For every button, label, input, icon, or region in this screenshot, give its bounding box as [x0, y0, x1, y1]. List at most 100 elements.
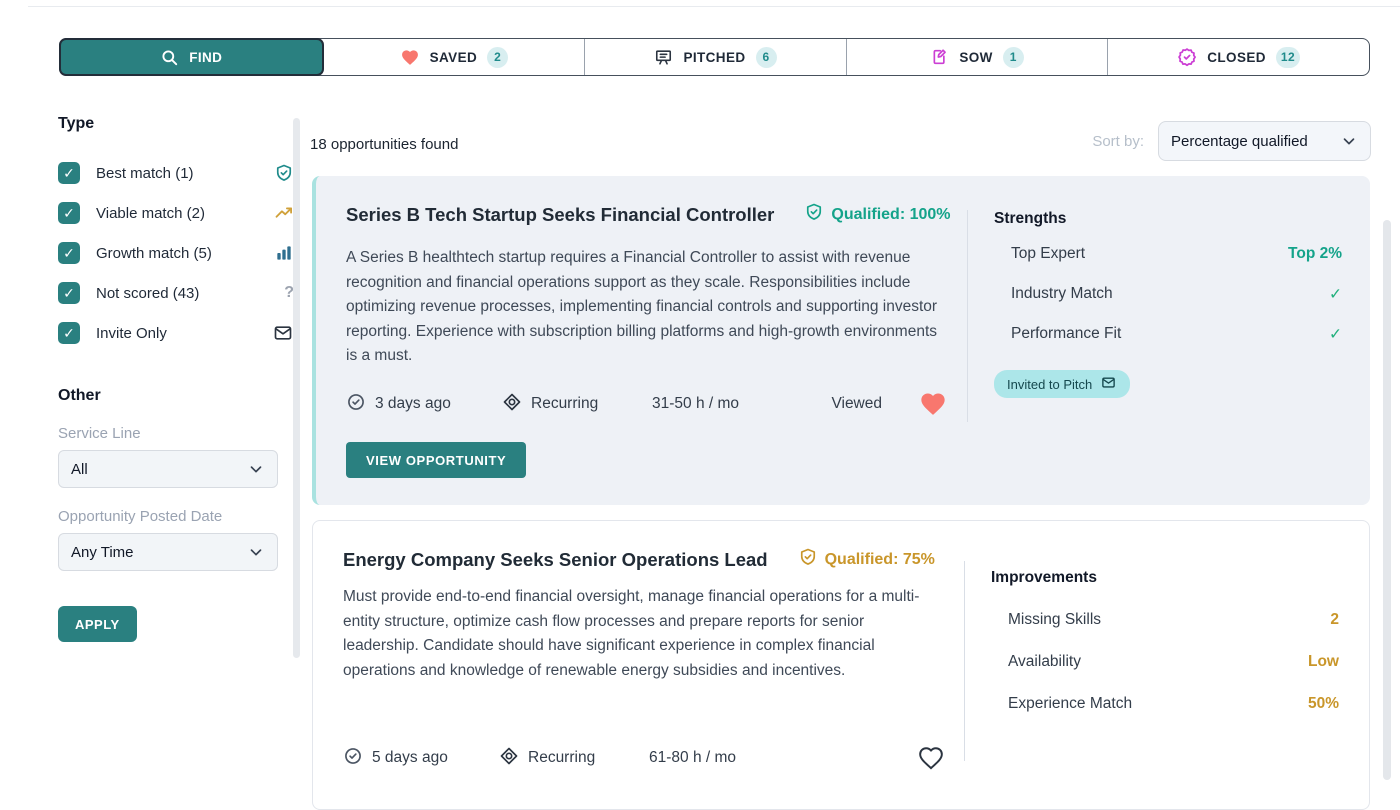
posted-time: 5 days ago — [372, 749, 448, 767]
apply-button[interactable]: APPLY — [58, 606, 137, 642]
viewed-label: Viewed — [831, 395, 882, 413]
type-heading: Type — [58, 115, 294, 133]
panel-row: Availability Low — [991, 641, 1339, 683]
tab-bar: FIND SAVED 2 PITCHED 6 SOW 1 CLOSED 12 — [59, 38, 1370, 76]
page-scrollbar[interactable] — [1383, 220, 1391, 780]
search-icon — [160, 48, 179, 67]
check-badge-icon — [1177, 47, 1197, 67]
sort-value: Percentage qualified — [1171, 133, 1308, 150]
badge-text: Invited to Pitch — [1007, 377, 1092, 392]
tab-label: SOW — [959, 50, 992, 65]
tab-saved[interactable]: SAVED 2 — [324, 39, 586, 75]
shield-check-icon — [804, 202, 824, 227]
posted-date-value: Any Time — [71, 544, 134, 561]
tab-label: FIND — [189, 50, 222, 65]
opportunity-description: A Series B healthtech startup requires a… — [346, 246, 946, 369]
other-heading: Other — [58, 387, 294, 405]
check-circle-icon — [346, 392, 366, 417]
filter-label: Invite Only — [96, 325, 167, 342]
top-divider — [28, 6, 1400, 7]
filter-label: Not scored (43) — [96, 285, 199, 302]
best-match-checkbox[interactable] — [58, 162, 80, 184]
qualified-badge: Qualified: 100% — [804, 202, 950, 227]
viable-match-checkbox[interactable] — [58, 202, 80, 224]
check-icon: ✓ — [1329, 325, 1342, 344]
filter-best-match: Best match (1) — [58, 153, 294, 193]
tab-closed[interactable]: CLOSED 12 — [1108, 39, 1369, 75]
panel-row: Experience Match 50% — [991, 683, 1339, 725]
tab-find[interactable]: FIND — [59, 38, 324, 76]
opportunity-title: Energy Company Seeks Senior Operations L… — [343, 549, 768, 571]
filter-viable-match: Viable match (2) — [58, 193, 294, 233]
panel-row: Performance Fit ✓ — [994, 314, 1342, 354]
panel-value: 2 — [1330, 611, 1339, 629]
document-edit-icon — [930, 47, 949, 67]
posted-date-label: Opportunity Posted Date — [58, 508, 294, 525]
tab-sow[interactable]: SOW 1 — [847, 39, 1109, 75]
filter-growth-match: Growth match (5) — [58, 233, 294, 273]
panel-value: 50% — [1308, 695, 1339, 713]
panel-heading: Improvements — [991, 569, 1339, 587]
tab-label: SAVED — [430, 50, 478, 65]
hours-per-month: 31-50 h / mo — [652, 395, 739, 413]
check-circle-icon — [343, 746, 363, 771]
recurring-icon — [499, 746, 519, 771]
posted-date-select[interactable]: Any Time — [58, 533, 278, 571]
recurring-icon — [502, 392, 522, 417]
sidebar-scrollbar[interactable] — [293, 118, 300, 658]
filter-sidebar: Type Best match (1) Viable match (2) Gro… — [58, 115, 294, 642]
qualified-text: Qualified: 75% — [825, 551, 935, 569]
posted-time: 3 days ago — [375, 395, 451, 413]
filter-invite-only: Invite Only — [58, 313, 294, 353]
invited-to-pitch-badge[interactable]: Invited to Pitch — [994, 370, 1130, 398]
favorite-heart-icon[interactable] — [918, 390, 948, 418]
growth-match-checkbox[interactable] — [58, 242, 80, 264]
filter-label: Viable match (2) — [96, 205, 205, 222]
tab-count-badge: 12 — [1276, 47, 1300, 68]
tab-count-badge: 1 — [1003, 47, 1024, 68]
invite-only-checkbox[interactable] — [58, 322, 80, 344]
not-scored-checkbox[interactable] — [58, 282, 80, 304]
opportunity-meta: 3 days ago Recurring 31-50 h / mo Viewed — [346, 390, 948, 418]
service-line-select[interactable]: All — [58, 450, 278, 488]
heart-icon — [400, 48, 420, 67]
tab-pitched[interactable]: PITCHED 6 — [585, 39, 847, 75]
opportunity-description: Must provide end-to-end financial oversi… — [343, 585, 943, 683]
tab-label: PITCHED — [683, 50, 745, 65]
view-opportunity-button[interactable]: VIEW OPPORTUNITY — [346, 442, 526, 478]
engagement-type: Recurring — [528, 749, 595, 767]
filter-label: Growth match (5) — [96, 245, 212, 262]
improvements-panel: Improvements Missing Skills 2 Availabili… — [991, 569, 1339, 725]
trending-up-icon — [274, 203, 294, 223]
results-count: 18 opportunities found — [310, 136, 458, 153]
tab-count-badge: 2 — [487, 47, 508, 68]
tab-label: CLOSED — [1207, 50, 1266, 65]
panel-row: Top Expert Top 2% — [994, 234, 1342, 274]
opportunity-card: Energy Company Seeks Senior Operations L… — [312, 520, 1370, 810]
qualified-badge: Qualified: 75% — [798, 547, 935, 572]
tab-count-badge: 6 — [756, 47, 777, 68]
panel-divider — [964, 561, 965, 761]
presentation-icon — [654, 48, 673, 67]
panel-row: Industry Match ✓ — [994, 274, 1342, 314]
service-line-value: All — [71, 461, 88, 478]
filter-not-scored: Not scored (43) ? — [58, 273, 294, 313]
sort-control: Sort by: Percentage qualified — [1092, 121, 1371, 161]
sort-label: Sort by: — [1092, 133, 1144, 150]
favorite-heart-outline-icon[interactable] — [917, 745, 945, 771]
shield-check-icon — [274, 163, 294, 183]
chevron-down-icon — [1340, 132, 1358, 150]
opportunity-meta: 5 days ago Recurring 61-80 h / mo — [343, 745, 945, 771]
hours-per-month: 61-80 h / mo — [649, 749, 736, 767]
strengths-panel: Strengths Top Expert Top 2% Industry Mat… — [994, 210, 1342, 398]
qualified-text: Qualified: 100% — [831, 206, 950, 224]
check-icon: ✓ — [1329, 285, 1342, 304]
filter-label: Best match (1) — [96, 165, 194, 182]
panel-row: Missing Skills 2 — [991, 599, 1339, 641]
sort-select[interactable]: Percentage qualified — [1158, 121, 1371, 161]
panel-value: Low — [1308, 653, 1339, 671]
chevron-down-icon — [247, 460, 265, 478]
panel-value: Top 2% — [1288, 245, 1342, 263]
panel-heading: Strengths — [994, 210, 1342, 228]
service-line-label: Service Line — [58, 425, 294, 442]
